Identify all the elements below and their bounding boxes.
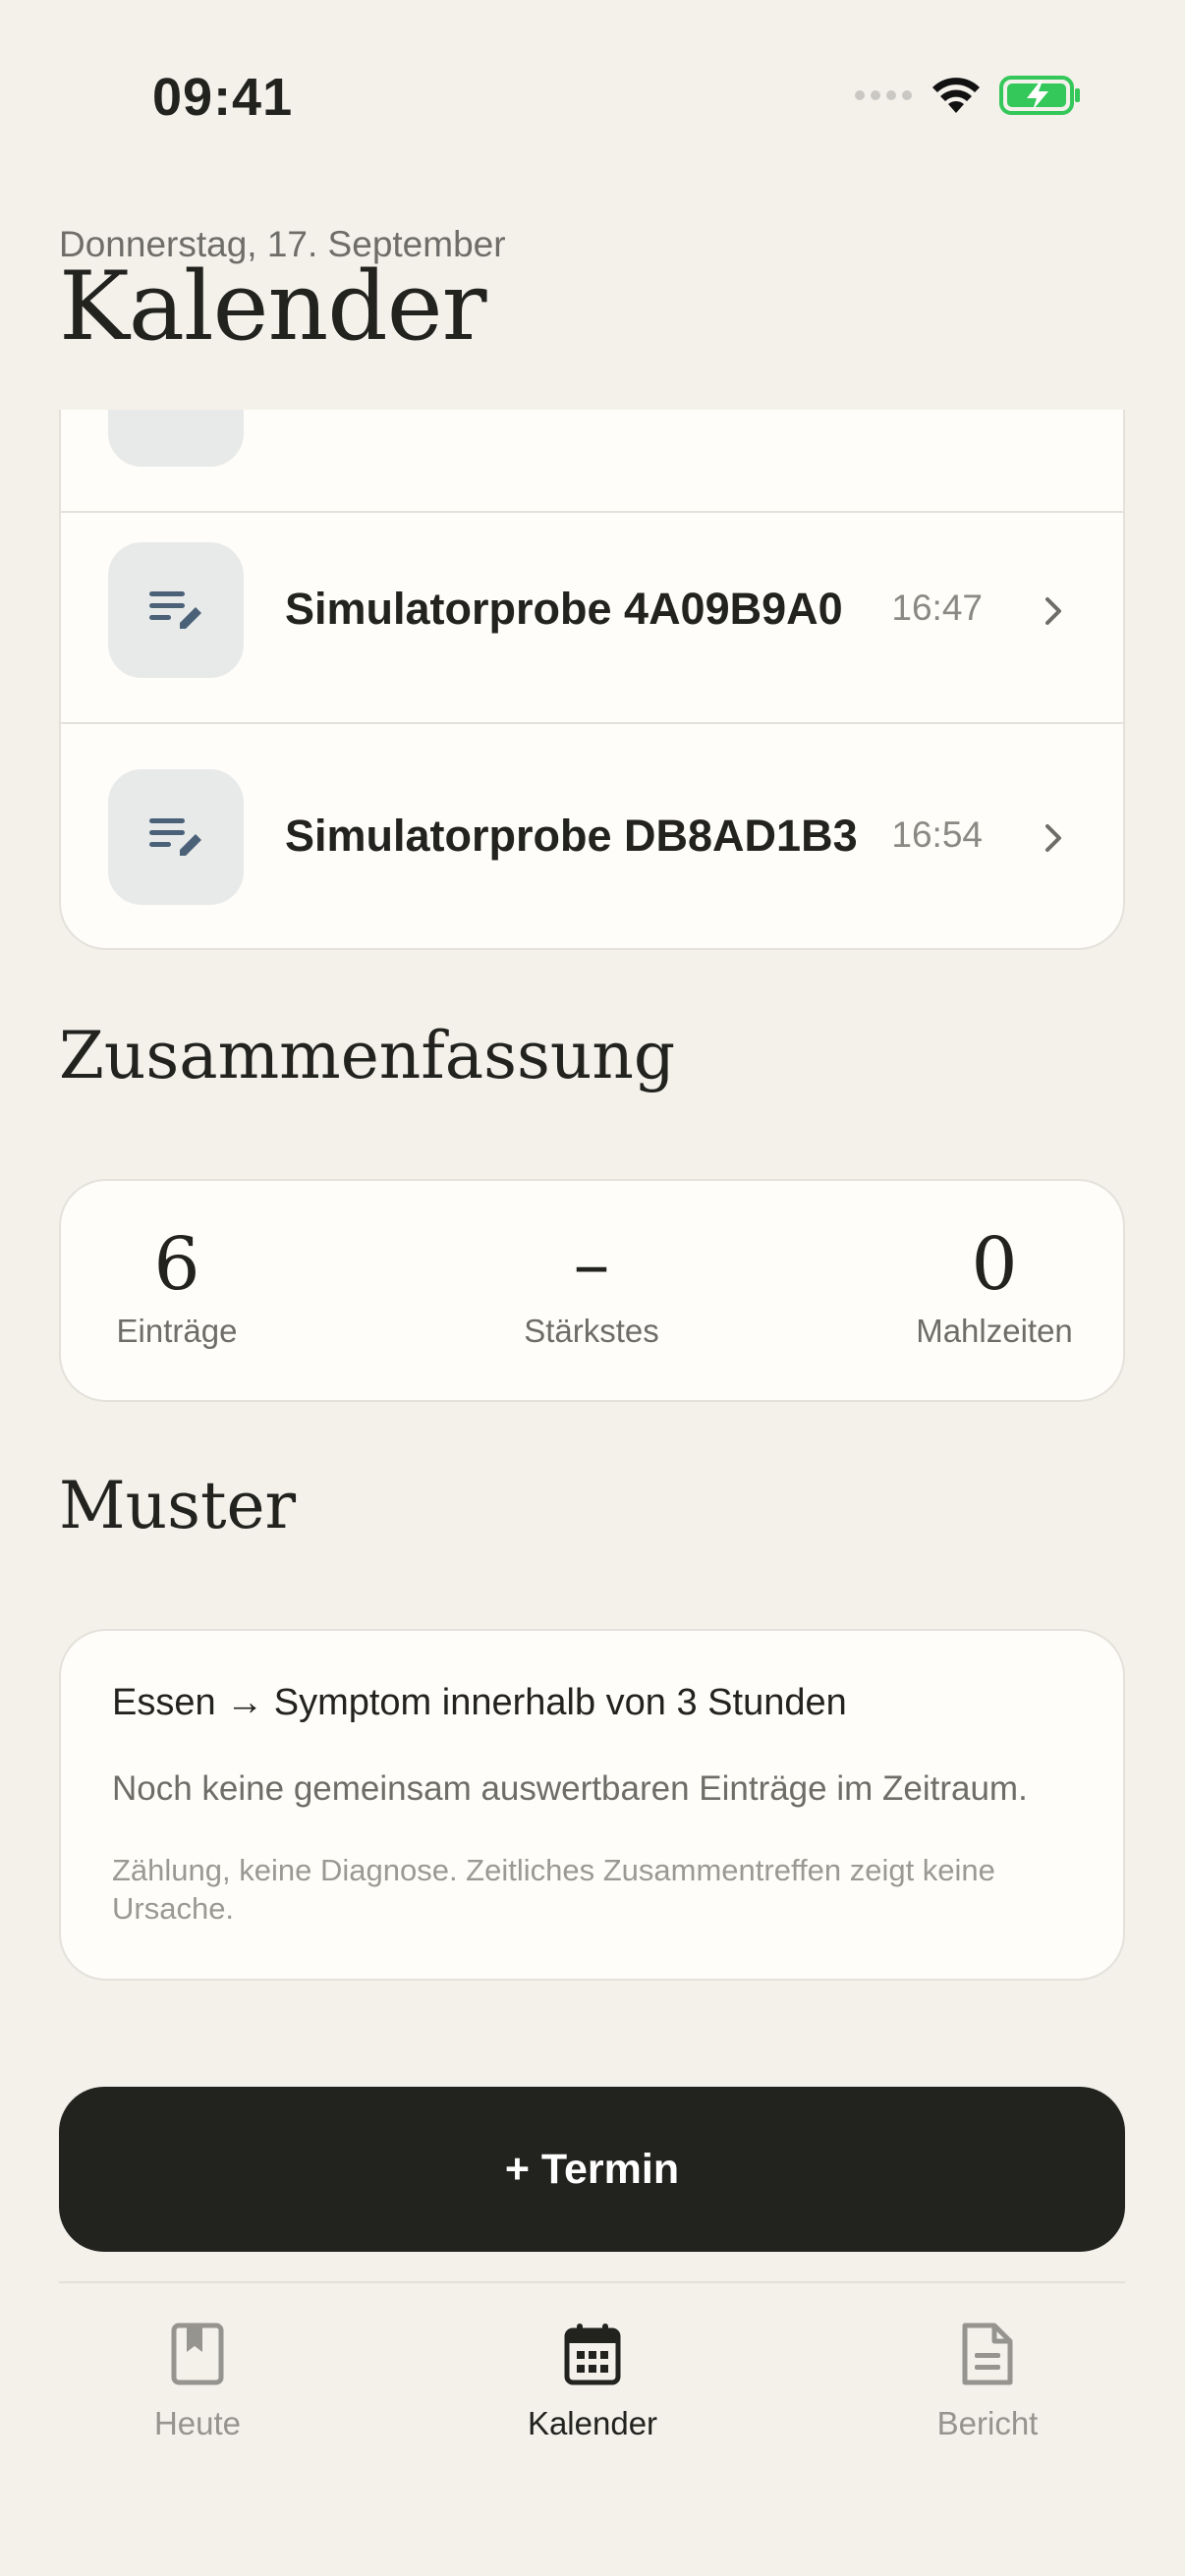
note-edit-icon xyxy=(108,769,244,905)
entry-title: Simulatorprobe 4A09B9A0 xyxy=(285,584,843,634)
stat-label: Mahlzeiten xyxy=(916,1313,1073,1349)
list-item[interactable]: Simulatorprobe DB8AD1B3 16:54 xyxy=(61,724,1123,948)
stat-label: Einträge xyxy=(116,1313,238,1349)
status-bar: 09:41 xyxy=(0,0,1185,187)
tab-label: Bericht xyxy=(936,2405,1039,2441)
note-edit-icon xyxy=(108,542,244,678)
stat-value: 6 xyxy=(153,1222,200,1307)
wifi-icon xyxy=(931,76,982,120)
patterns-section-title: Muster xyxy=(59,1468,297,1543)
pattern-card: Essen → Symptom innerhalb von 3 Stunden … xyxy=(59,1629,1125,1981)
chevron-right-icon xyxy=(1045,824,1061,852)
entries-list: Simulatorprobe 4A09B9A0 16:47 Simulatorp… xyxy=(59,410,1125,950)
entry-title: Simulatorprobe DB8AD1B3 xyxy=(285,811,858,861)
tab-kalender[interactable]: Kalender xyxy=(465,2319,720,2442)
bookmark-book-icon xyxy=(70,2319,325,2389)
status-time: 09:41 xyxy=(152,68,294,127)
status-icons xyxy=(854,73,1082,122)
battery-charging-icon xyxy=(999,75,1082,121)
stat-value: – xyxy=(573,1222,610,1307)
tab-bar-divider xyxy=(59,2281,1125,2283)
signal-dots-icon xyxy=(854,88,913,107)
tab-label: Heute xyxy=(153,2405,242,2441)
add-appointment-button[interactable]: + Termin xyxy=(59,2087,1125,2252)
stat-value: 0 xyxy=(971,1222,1018,1307)
pattern-text: Noch keine gemeinsam auswertbaren Einträ… xyxy=(112,1769,1028,1808)
page-title: Kalender xyxy=(59,252,486,362)
note-edit-icon-tile xyxy=(108,410,244,467)
pattern-disclaimer: Zählung, keine Diagnose. Zeitliches Zusa… xyxy=(112,1853,995,1926)
entry-time: 16:47 xyxy=(891,588,983,628)
calendar-icon xyxy=(465,2319,720,2389)
document-icon xyxy=(860,2319,1115,2389)
stat-label: Stärkstes xyxy=(524,1313,659,1349)
stat-entries: 6 Einträge xyxy=(88,1220,265,1350)
stat-strongest: – Stärkstes xyxy=(493,1220,690,1350)
tab-heute[interactable]: Heute xyxy=(70,2319,325,2442)
summary-card: 6 Einträge – Stärkstes 0 Mahlzeiten xyxy=(59,1179,1125,1402)
stat-meals: 0 Mahlzeiten xyxy=(886,1220,1102,1350)
entry-time: 16:54 xyxy=(891,814,983,855)
pattern-heading: Essen → Symptom innerhalb von 3 Stunden xyxy=(112,1682,847,1723)
summary-section-title: Zusammenfassung xyxy=(59,1018,676,1093)
tab-bericht[interactable]: Bericht xyxy=(860,2319,1115,2442)
chevron-right-icon xyxy=(1045,597,1061,625)
list-item[interactable]: Simulatorprobe 4A09B9A0 16:47 xyxy=(61,497,1123,724)
tab-label: Kalender xyxy=(527,2405,658,2441)
